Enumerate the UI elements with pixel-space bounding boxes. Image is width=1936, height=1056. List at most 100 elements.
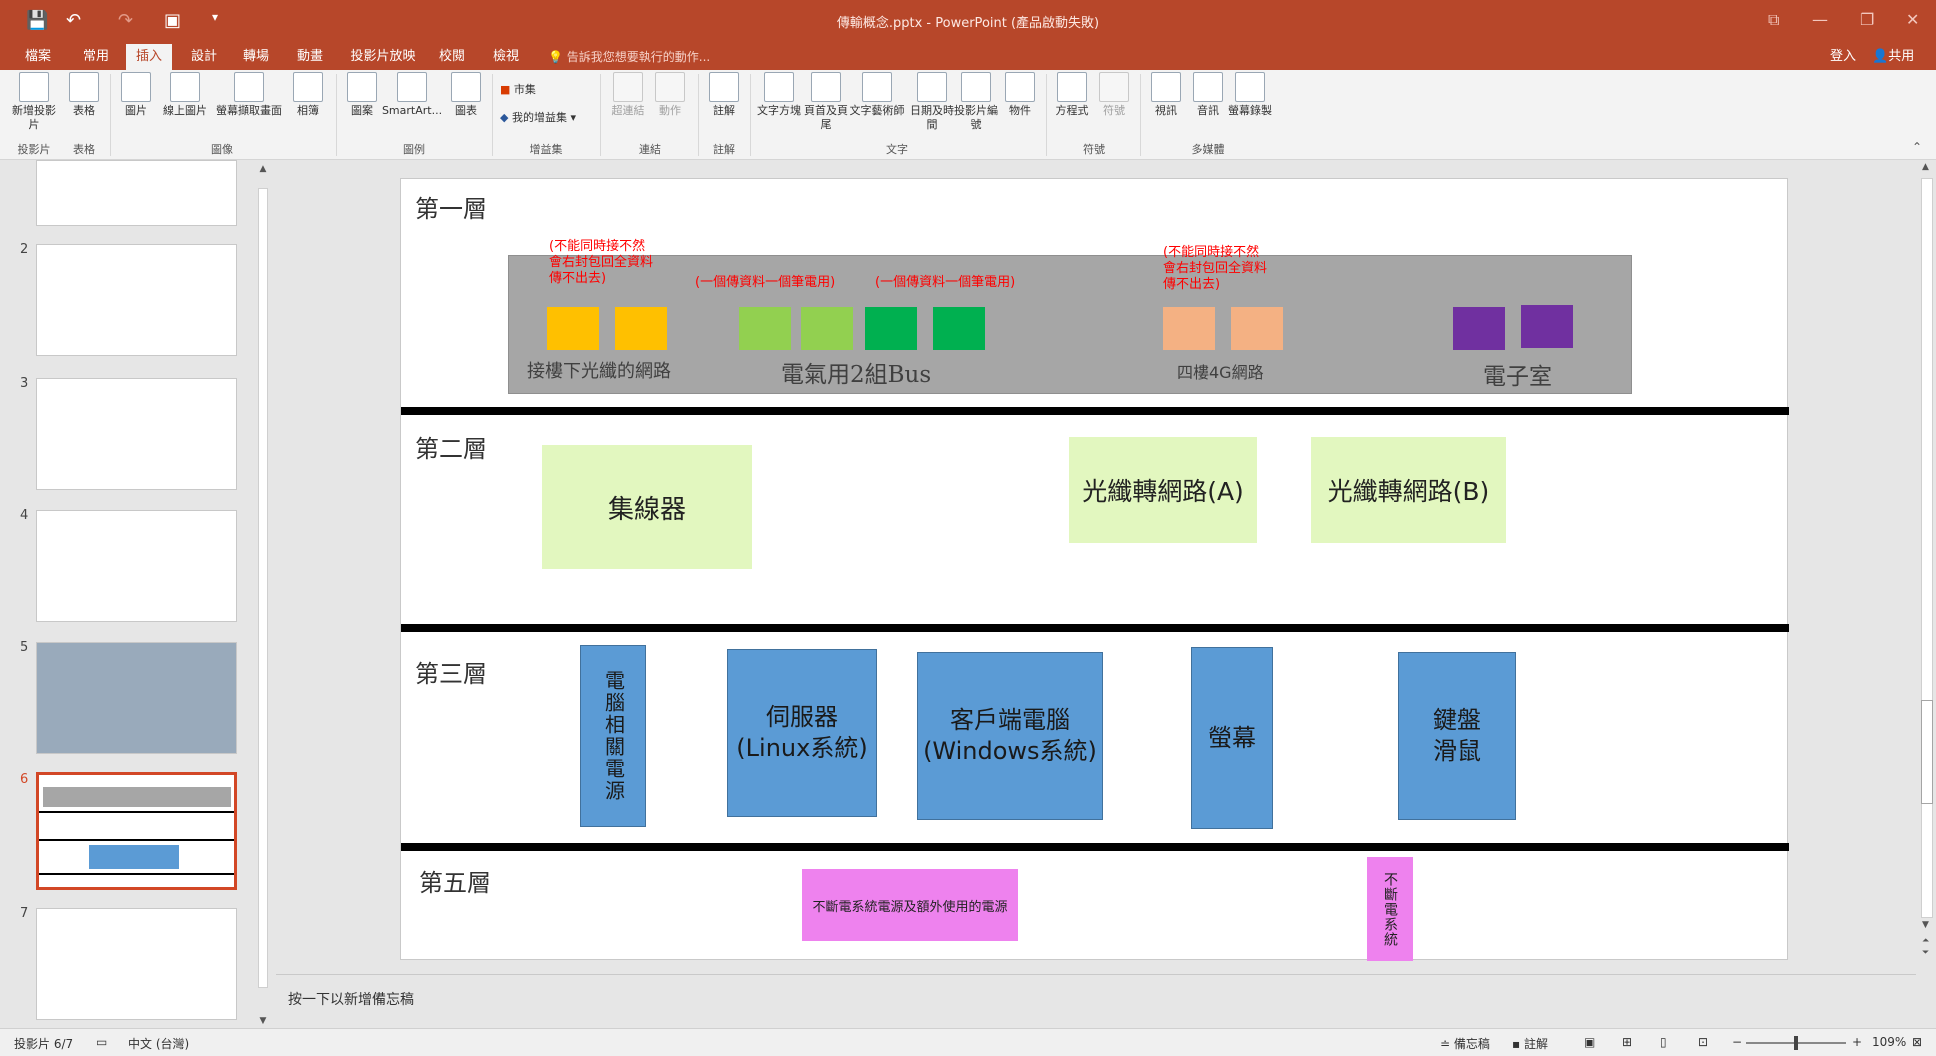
fit-slide-icon[interactable]: ⊠ (1912, 1035, 1922, 1049)
monitor-box[interactable]: 螢幕 (1191, 647, 1273, 829)
zoom-level[interactable]: 109% (1872, 1035, 1906, 1049)
wordart-button[interactable]: 文字藝術師 (846, 72, 908, 140)
client-pc-box[interactable]: 客戶端電腦 (Windows系統) (917, 652, 1103, 820)
scroll-down-icon[interactable]: ▼ (1922, 920, 1929, 930)
keyboard-mouse-box[interactable]: 鍵盤 滑鼠 (1398, 652, 1516, 820)
chart-button[interactable]: 圖表 (444, 72, 488, 140)
scroll-up-icon[interactable]: ▲ (256, 162, 270, 176)
textbox-button[interactable]: 文字方塊 (752, 72, 806, 140)
ribbon-display-options-icon[interactable]: ⧉ (1768, 10, 1779, 30)
peach-port-2[interactable] (1231, 307, 1283, 350)
thumbnail-scroll-track[interactable] (258, 188, 268, 988)
normal-view-icon[interactable]: ▣ (1584, 1035, 1595, 1049)
object-button[interactable]: 物件 (998, 72, 1042, 140)
slide-sorter-icon[interactable]: ⊞ (1622, 1035, 1632, 1049)
tab-transitions[interactable]: 轉場 (232, 44, 280, 70)
pc-power-box[interactable]: 電腦相關電源 (580, 645, 646, 827)
tab-view[interactable]: 檢視 (482, 44, 530, 70)
group-media: 多媒體 (1191, 143, 1225, 156)
store-button[interactable]: ■ 市集 (500, 80, 536, 100)
thumbnail-slide-5[interactable] (36, 642, 237, 754)
slide-number-button[interactable]: 投影片編號 (954, 72, 998, 140)
comments-toggle[interactable]: ▪ 註解 (1512, 1035, 1548, 1052)
fiber-converter-a-box[interactable]: 光纖轉網路(A) (1069, 437, 1257, 543)
my-addins-button[interactable]: ◆ 我的增益集 ▾ (500, 108, 576, 128)
equation-button[interactable]: 方程式 (1050, 72, 1094, 140)
thumb-line (39, 839, 234, 841)
lightgreen-port-1[interactable] (739, 307, 791, 350)
sign-in-link[interactable]: 登入 (1830, 44, 1856, 70)
minimize-button[interactable]: — (1812, 10, 1828, 29)
shapes-button[interactable]: 圖案 (340, 72, 384, 140)
ups-box[interactable]: 不斷電系統 (1367, 857, 1413, 961)
zoom-out-icon[interactable]: − (1732, 1035, 1742, 1049)
fiber-converter-b-box[interactable]: 光纖轉網路(B) (1311, 437, 1506, 543)
slideshow-icon[interactable]: ⊡ (1698, 1035, 1708, 1049)
new-slide-button[interactable]: 新增投影片 (8, 72, 60, 140)
spellcheck-icon[interactable]: ▭ (96, 1035, 107, 1049)
green-port-2[interactable] (933, 307, 985, 350)
scroll-down-icon[interactable]: ▼ (256, 1014, 270, 1028)
tab-design[interactable]: 設計 (180, 44, 228, 70)
screen-recording-button[interactable]: 螢幕錄製 (1228, 72, 1272, 140)
date-time-button[interactable]: 日期及時間 (910, 72, 954, 140)
photo-album-button[interactable]: 相簿 (286, 72, 330, 140)
scroll-up-icon[interactable]: ▲ (1922, 162, 1929, 172)
tab-slideshow[interactable]: 投影片放映 (344, 44, 422, 70)
yellow-port-2[interactable] (615, 307, 667, 350)
hub-box[interactable]: 集線器 (542, 445, 752, 569)
zoom-in-icon[interactable]: + (1852, 1035, 1862, 1049)
previous-slide-icon[interactable]: ⏶ (1922, 936, 1929, 946)
notes-toggle[interactable]: ≐ 備忘稿 (1440, 1035, 1490, 1052)
tell-me-box[interactable]: 💡 告訴我您想要執行的動作... (548, 44, 710, 70)
thumbnail-slide-7[interactable] (36, 908, 237, 1020)
screenshot-button[interactable]: 螢幕擷取畫面 (212, 72, 286, 140)
smartart-button[interactable]: SmartArt... (380, 72, 444, 140)
divider-line (401, 624, 1789, 632)
slide-scroll-track[interactable] (1921, 178, 1933, 918)
thumbnail-scrollbar[interactable]: ▲ ▼ (256, 160, 270, 1030)
thumbnail-slide-1[interactable] (36, 160, 237, 226)
next-slide-icon[interactable]: ⏷ (1922, 948, 1929, 958)
tab-insert[interactable]: 插入 (126, 44, 172, 70)
video-button[interactable]: 視訊 (1144, 72, 1188, 140)
comment-button[interactable]: 註解 (702, 72, 746, 140)
tab-review[interactable]: 校閱 (428, 44, 476, 70)
green-port-1[interactable] (865, 307, 917, 350)
thumbnail-slide-6[interactable] (36, 772, 237, 890)
audio-label: 音訊 (1197, 104, 1219, 117)
server-box[interactable]: 伺服器 (Linux系統) (727, 649, 877, 817)
slide-scrollbar[interactable]: ▲ ▼ ⏶ ⏷ (1918, 160, 1936, 960)
table-button[interactable]: 表格 (62, 72, 106, 140)
symbol-button[interactable]: 符號 (1092, 72, 1136, 140)
thumbnail-slide-4[interactable] (36, 510, 237, 622)
ribbon-tabs: 檔案 常用 插入 設計 轉場 動畫 投影片放映 校閱 檢視 💡 告訴我您想要執行… (0, 44, 1936, 70)
notes-pane[interactable]: 按一下以新增備忘稿 (276, 974, 1916, 1028)
reading-view-icon[interactable]: ▯ (1660, 1035, 1667, 1049)
lightgreen-port-2[interactable] (801, 307, 853, 350)
online-picture-button[interactable]: 線上圖片 (156, 72, 214, 140)
purple-port-2[interactable] (1521, 305, 1573, 348)
maximize-button[interactable]: ❐ (1860, 10, 1874, 29)
tab-file[interactable]: 檔案 (14, 44, 62, 70)
hyperlink-button[interactable]: 超連結 (606, 72, 650, 140)
peach-port-1[interactable] (1163, 307, 1215, 350)
close-button[interactable]: ✕ (1906, 10, 1919, 29)
picture-button[interactable]: 圖片 (114, 72, 158, 140)
tab-animations[interactable]: 動畫 (286, 44, 334, 70)
thumbnail-slide-3[interactable] (36, 378, 237, 490)
collapse-ribbon-icon[interactable]: ⌃ (1912, 140, 1922, 154)
thumbnail-slide-2[interactable] (36, 244, 237, 356)
purple-port-1[interactable] (1453, 307, 1505, 350)
ups-power-box[interactable]: 不斷電系統電源及額外使用的電源 (802, 869, 1018, 941)
slide-canvas[interactable]: 第一層 (不能同時接不然 會右封包回全資料 傳不出去) (一個傳資料一個筆電用)… (400, 178, 1789, 961)
action-button[interactable]: 動作 (648, 72, 692, 140)
yellow-port-1[interactable] (547, 307, 599, 350)
tab-home[interactable]: 常用 (72, 44, 120, 70)
header-footer-button[interactable]: 頁首及頁尾 (804, 72, 848, 140)
slide-scroll-thumb[interactable] (1921, 700, 1933, 804)
zoom-slider-thumb[interactable] (1794, 1036, 1798, 1050)
share-button[interactable]: 👤共用 (1872, 44, 1914, 70)
audio-button[interactable]: 音訊 (1186, 72, 1230, 140)
language-indicator[interactable]: 中文 (台灣) (128, 1035, 189, 1052)
